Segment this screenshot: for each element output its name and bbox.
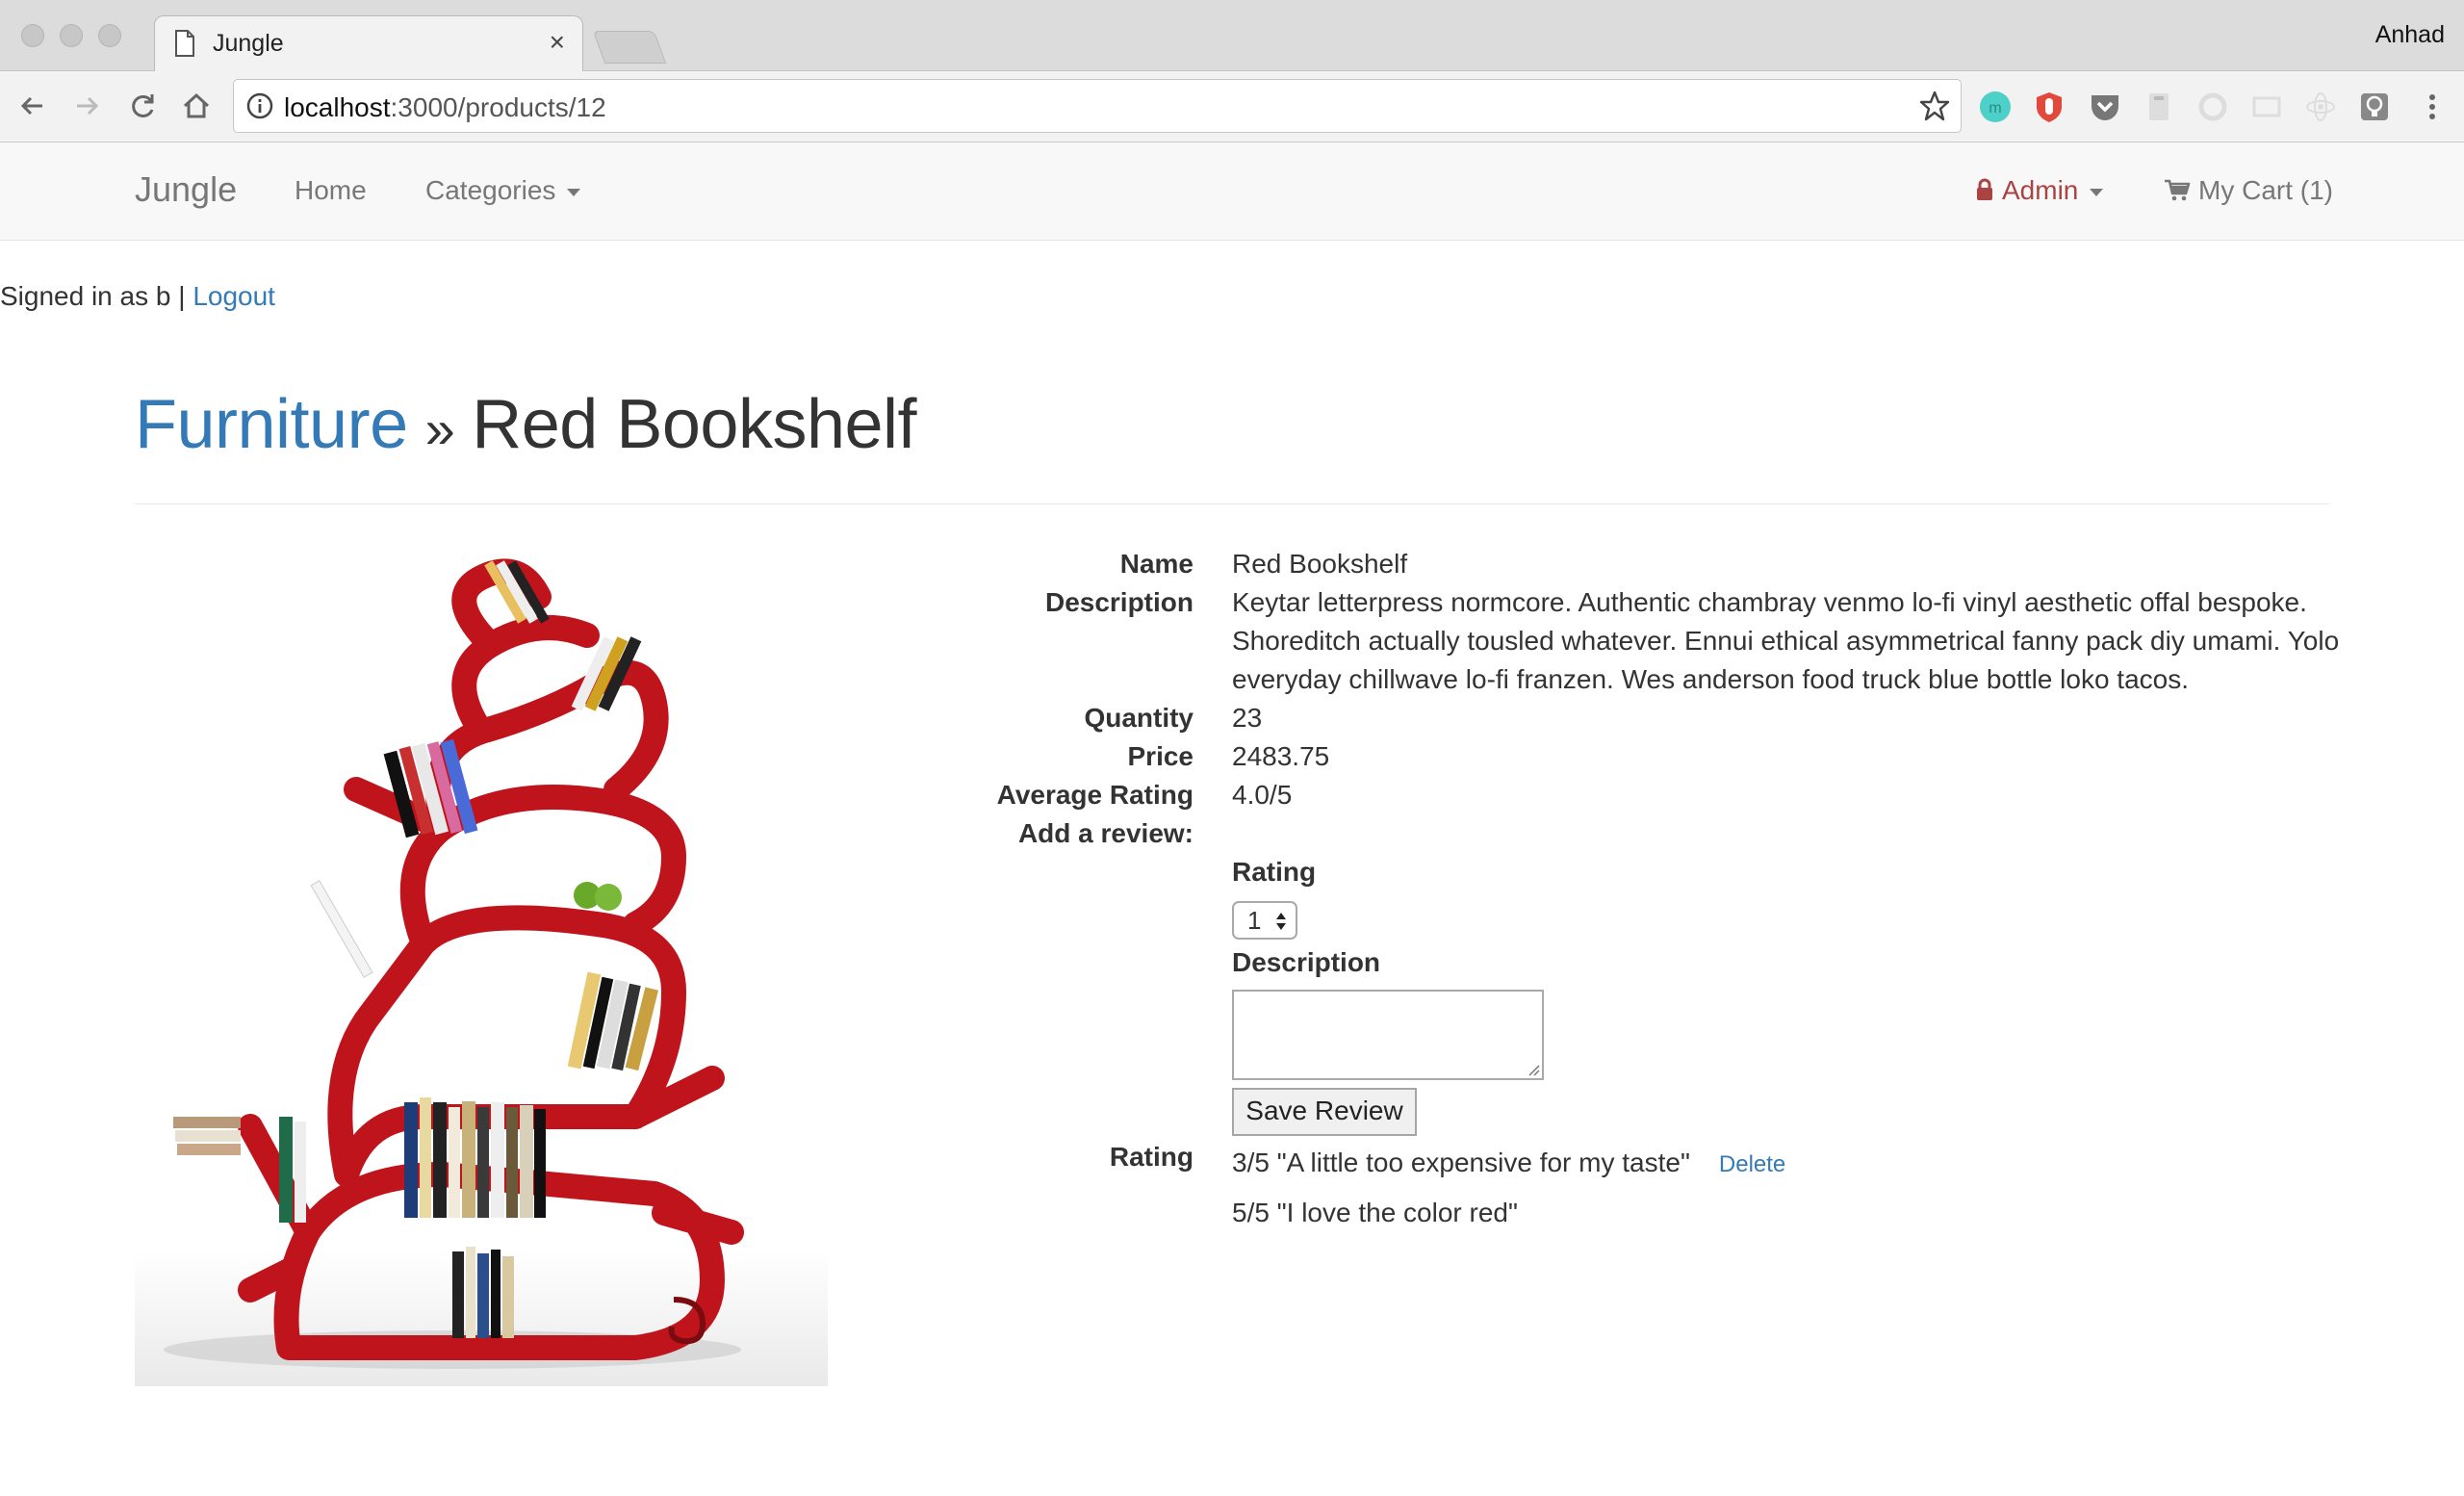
- reviews-rating-label: Rating: [1109, 1142, 1194, 1172]
- price-value: 2483.75: [1232, 741, 1330, 771]
- url-path: :3000/products/12: [390, 92, 606, 122]
- review-text: 3/5 "A little too expensive for my taste…: [1232, 1148, 1690, 1177]
- arrow-right-icon: [77, 96, 99, 116]
- url-host: localhost: [284, 92, 391, 122]
- bookmark-star-icon[interactable]: [1918, 90, 1951, 122]
- product-image: [135, 558, 828, 1386]
- name-value: Red Bookshelf: [1232, 549, 1408, 579]
- review-rating-value: 1: [1247, 906, 1262, 935]
- average-rating-value: 4.0/5: [1232, 780, 1293, 810]
- review-rating-select[interactable]: 1: [1232, 901, 1297, 940]
- home-button[interactable]: [177, 87, 216, 125]
- site-navbar: Jungle Home Categories Admin My Cart (1): [0, 142, 2464, 241]
- nav-admin-dropdown[interactable]: Admin: [1975, 175, 2104, 206]
- extension-window-icon[interactable]: [2250, 90, 2283, 123]
- chevron-down-icon: [567, 188, 581, 196]
- category-breadcrumb-link[interactable]: Furniture: [135, 386, 408, 463]
- review-item: 5/5 "I love the color red": [1232, 1194, 2348, 1232]
- admin-label: Admin: [2002, 175, 2079, 205]
- nav-cart-link[interactable]: My Cart (1): [2164, 175, 2333, 206]
- review-rating-label: Rating: [1232, 857, 1317, 887]
- window-minimize-button[interactable]: [60, 24, 83, 47]
- product-title: Red Bookshelf: [472, 386, 917, 463]
- extension-clipboard-icon[interactable]: [2143, 90, 2175, 123]
- add-review-label: Add a review:: [1017, 818, 1194, 848]
- signed-in-text: Signed in as b: [0, 281, 171, 311]
- extension-m-icon[interactable]: m: [1979, 90, 2012, 123]
- extension-shield-icon[interactable]: [2033, 90, 2066, 123]
- cart-icon: [2165, 179, 2191, 201]
- address-bar[interactable]: localhost:3000/products/12: [233, 79, 1962, 133]
- save-review-button[interactable]: Save Review: [1232, 1088, 1417, 1136]
- back-button[interactable]: [13, 87, 52, 125]
- pocket-icon[interactable]: [2089, 90, 2121, 123]
- divider: [135, 503, 2329, 504]
- arrow-left-icon: [20, 96, 42, 116]
- forward-button[interactable]: [67, 87, 106, 125]
- page-title: Furniture » Red Bookshelf: [135, 385, 917, 464]
- chevron-down-icon: [2090, 188, 2104, 196]
- document-icon: [175, 30, 194, 57]
- description-label: Description: [1044, 587, 1194, 617]
- tab-close-icon[interactable]: ×: [550, 26, 565, 59]
- browser-tab[interactable]: Jungle ×: [154, 15, 583, 71]
- browser-toolbar: localhost:3000/products/12 m: [0, 71, 2464, 142]
- tab-title: Jungle: [213, 30, 284, 57]
- profile-name[interactable]: Anhad: [2375, 21, 2445, 49]
- svg-text:m: m: [1989, 100, 2001, 116]
- delete-review-link[interactable]: Delete: [1719, 1151, 1785, 1177]
- browser-tab-strip: Jungle × Anhad: [0, 0, 2464, 71]
- session-status: Signed in as b | Logout: [0, 281, 275, 312]
- review-item: 3/5 "A little too expensive for my taste…: [1232, 1144, 2348, 1184]
- resize-grip-icon[interactable]: [1527, 1063, 1540, 1076]
- brand-link[interactable]: Jungle: [135, 169, 237, 210]
- nav-home-link[interactable]: Home: [295, 175, 367, 206]
- logout-link[interactable]: Logout: [192, 281, 275, 311]
- extension-bulb-icon[interactable]: [2358, 90, 2391, 123]
- select-arrows-icon: [1276, 913, 1286, 930]
- url-text[interactable]: localhost:3000/products/12: [284, 92, 606, 123]
- quantity-value: 23: [1232, 703, 1263, 733]
- menu-dots-icon[interactable]: [2416, 90, 2449, 123]
- price-label: Price: [1127, 741, 1194, 771]
- lock-icon: [1977, 178, 1992, 200]
- extension-swirl-icon[interactable]: [2196, 90, 2229, 123]
- home-icon: [183, 92, 210, 118]
- review-description-label: Description: [1232, 947, 1381, 977]
- window-close-button[interactable]: [21, 24, 44, 47]
- new-tab-button[interactable]: [592, 31, 667, 64]
- reload-icon: [132, 94, 154, 117]
- session-separator: |: [178, 281, 186, 311]
- cart-label: My Cart (1): [2198, 175, 2333, 205]
- breadcrumb-separator: »: [424, 399, 455, 459]
- average-rating-label: Average Rating: [996, 780, 1194, 810]
- reload-button[interactable]: [123, 87, 162, 125]
- review-text: 5/5 "I love the color red": [1232, 1198, 1518, 1227]
- window-zoom-button[interactable]: [98, 24, 121, 47]
- categories-label: Categories: [425, 175, 556, 205]
- name-label: Name: [1119, 549, 1194, 579]
- quantity-label: Quantity: [1084, 703, 1194, 733]
- review-description-field[interactable]: [1232, 990, 1544, 1080]
- info-icon[interactable]: [245, 91, 274, 120]
- extension-react-icon[interactable]: [2304, 90, 2337, 123]
- nav-categories-dropdown[interactable]: Categories: [425, 175, 581, 206]
- description-value: Keytar letterpress normcore. Authentic c…: [1232, 587, 2340, 694]
